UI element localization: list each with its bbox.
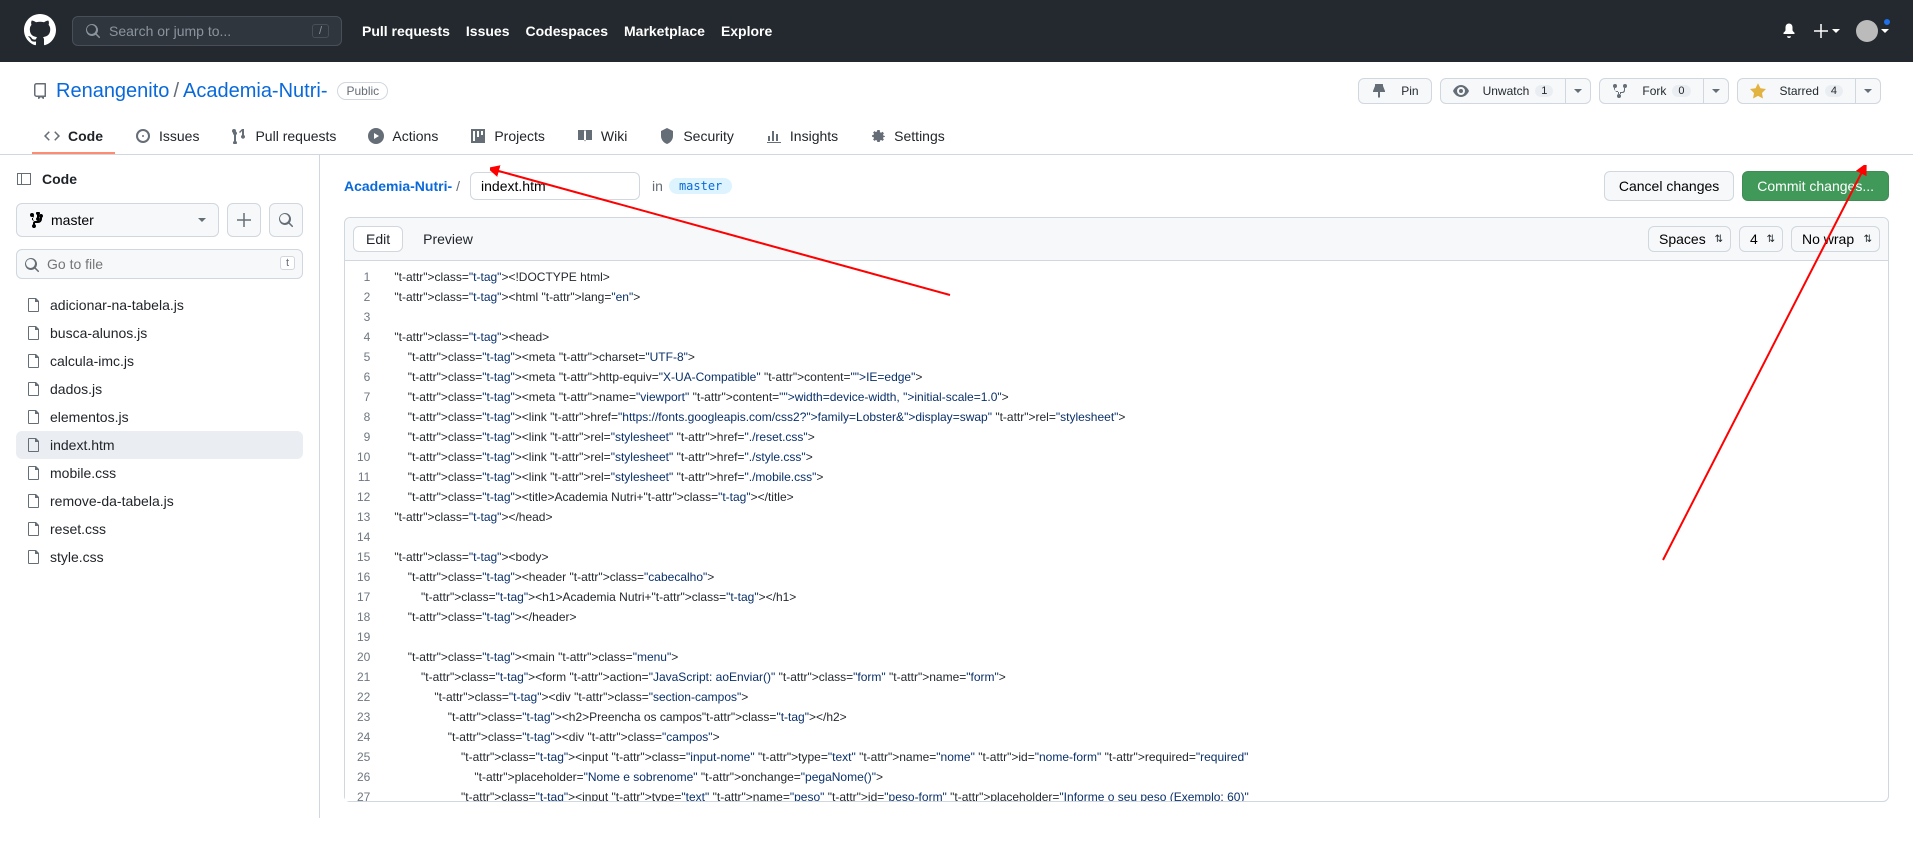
nav-pull-requests[interactable]: Pull requests <box>362 23 450 39</box>
star-icon <box>1750 83 1766 99</box>
file-item[interactable]: style.css <box>16 543 303 571</box>
unwatch-button[interactable]: Unwatch 1 <box>1440 78 1567 104</box>
file-item[interactable]: remove-da-tabela.js <box>16 487 303 515</box>
user-avatar[interactable] <box>1856 20 1889 42</box>
fork-dropdown[interactable] <box>1704 78 1729 104</box>
star-dropdown[interactable] <box>1856 78 1881 104</box>
sidebar-toggle-icon[interactable] <box>16 171 32 187</box>
notifications-icon[interactable] <box>1781 22 1797 41</box>
breadcrumb-repo[interactable]: Academia-Nutri- <box>344 178 452 194</box>
tab-actions[interactable]: Actions <box>356 120 450 154</box>
commit-changes-button[interactable]: Commit changes... <box>1742 171 1889 201</box>
repo-separator: / <box>173 80 179 103</box>
repo-name-link[interactable]: Academia-Nutri- <box>183 80 327 103</box>
file-item[interactable]: dados.js <box>16 375 303 403</box>
repo-icon <box>32 83 48 99</box>
wrap-mode-select[interactable]: No wrap <box>1791 226 1880 252</box>
tab-issues[interactable]: Issues <box>123 120 211 154</box>
add-file-button[interactable] <box>227 203 261 237</box>
tab-projects[interactable]: Projects <box>458 120 557 154</box>
fork-icon <box>1612 83 1628 99</box>
cancel-changes-button[interactable]: Cancel changes <box>1604 171 1734 201</box>
unwatch-dropdown[interactable] <box>1566 78 1591 104</box>
file-item[interactable]: reset.css <box>16 515 303 543</box>
tab-wiki[interactable]: Wiki <box>565 120 639 154</box>
repo-header: Renangenito / Academia-Nutri- Public Pin… <box>0 62 1913 155</box>
indent-size-select[interactable]: 4 <box>1739 226 1783 252</box>
tab-insights[interactable]: Insights <box>754 120 850 154</box>
file-item[interactable]: elementos.js <box>16 403 303 431</box>
nav-codespaces[interactable]: Codespaces <box>526 23 608 39</box>
global-search[interactable]: Search or jump to... / <box>72 16 342 46</box>
file-item[interactable]: busca-alunos.js <box>16 319 303 347</box>
create-new-icon[interactable] <box>1813 23 1840 39</box>
nav-issues[interactable]: Issues <box>466 23 510 39</box>
tab-security[interactable]: Security <box>647 120 746 154</box>
global-nav: Pull requests Issues Codespaces Marketpl… <box>362 23 772 39</box>
repo-owner-link[interactable]: Renangenito <box>56 80 169 103</box>
branch-pill: master <box>669 178 732 194</box>
editor: Edit Preview Spaces⇅ 4⇅ No wrap⇅ 1234567… <box>344 217 1889 802</box>
star-button[interactable]: Starred 4 <box>1737 78 1856 104</box>
breadcrumb: Academia-Nutri- / in master Cancel chang… <box>344 171 1889 201</box>
indent-mode-select[interactable]: Spaces <box>1648 226 1731 252</box>
search-files-button[interactable] <box>269 203 303 237</box>
pin-icon <box>1371 83 1387 99</box>
go-to-file-input[interactable] <box>16 249 303 279</box>
file-search-kbd: t <box>280 256 295 270</box>
global-header: Search or jump to... / Pull requests Iss… <box>0 0 1913 62</box>
preview-tab[interactable]: Preview <box>411 227 485 251</box>
fork-button[interactable]: Fork 0 <box>1599 78 1703 104</box>
eye-icon <box>1453 83 1469 99</box>
sidebar-title: Code <box>42 171 77 187</box>
tab-pull-requests[interactable]: Pull requests <box>219 120 348 154</box>
filename-input[interactable] <box>470 172 640 200</box>
file-item[interactable]: adicionar-na-tabela.js <box>16 291 303 319</box>
file-item[interactable]: calcula-imc.js <box>16 347 303 375</box>
file-item[interactable]: indext.htm <box>16 431 303 459</box>
edit-tab[interactable]: Edit <box>353 226 403 252</box>
tab-code[interactable]: Code <box>32 120 115 154</box>
file-tree-sidebar: Code master t adicionar-na-tabela.jsbusc… <box>0 155 320 818</box>
code-editor-area[interactable]: 1234567891011121314151617181920212223242… <box>345 261 1888 801</box>
branch-selector[interactable]: master <box>16 203 219 237</box>
file-item[interactable]: mobile.css <box>16 459 303 487</box>
search-placeholder: Search or jump to... <box>109 23 231 39</box>
file-list: adicionar-na-tabela.jsbusca-alunos.jscal… <box>16 291 303 571</box>
pin-button[interactable]: Pin <box>1358 78 1431 104</box>
github-logo[interactable] <box>24 14 56 49</box>
nav-explore[interactable]: Explore <box>721 23 772 39</box>
tab-settings[interactable]: Settings <box>858 120 957 154</box>
nav-marketplace[interactable]: Marketplace <box>624 23 705 39</box>
search-slash-hint: / <box>312 24 329 38</box>
branch-icon <box>29 212 45 228</box>
visibility-badge: Public <box>337 82 388 100</box>
